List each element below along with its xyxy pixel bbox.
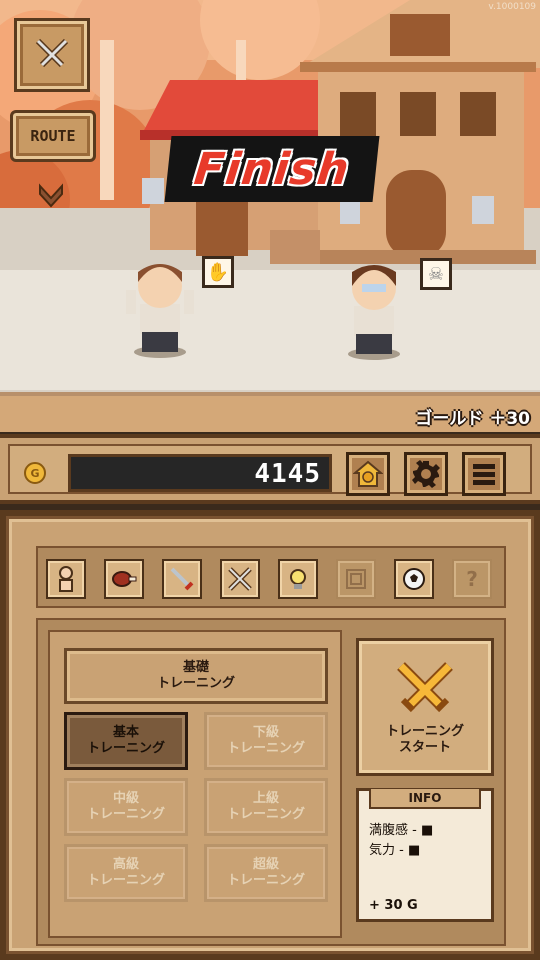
gold-reward-text: ゴールド ＋30 (415, 409, 530, 429)
upgrade-button[interactable] (346, 452, 390, 496)
basic-training-category-line2: トレーニング (156, 676, 235, 691)
ball-icon (403, 568, 425, 590)
menu-button[interactable] (462, 452, 506, 496)
tab-status[interactable] (46, 559, 86, 599)
training-option-mid-line2: トレーニング (86, 807, 165, 822)
training-option-low-line2: トレーニング (226, 741, 305, 756)
crossed-swords-icon (228, 567, 252, 591)
training-option-high-line1: 高級 (112, 856, 139, 872)
training-option-upper[interactable]: 上級 トレーニング (204, 778, 328, 836)
training-option-upper-line2: トレーニング (226, 807, 305, 822)
training-list: 基礎 トレーニング 基本 トレーニング 下級 トレーニング 中級 トレーニング … (48, 630, 342, 938)
gold-display: 4145 (68, 454, 332, 492)
tab-food[interactable] (104, 559, 144, 599)
gold-amount: 4145 (254, 459, 321, 489)
info-title: INFO (369, 789, 481, 809)
status-bar: G 4145 (0, 434, 540, 504)
tab-locked-unknown[interactable]: ? (452, 559, 492, 599)
training-option-low-line1: 下級 (252, 724, 279, 740)
training-option-super[interactable]: 超級 トレーニング (204, 844, 328, 902)
finish-banner: Finish (164, 136, 380, 202)
emote-bubble-right: ☠ (420, 258, 452, 290)
training-option-basic[interactable]: 基本 トレーニング (64, 712, 188, 770)
info-box: INFO 満腹感 - ■ 気力 - ■ + 30 G (356, 788, 494, 922)
training-option-super-line1: 超級 (252, 856, 279, 872)
finish-text: Finish (191, 143, 353, 195)
game-scene: v.1000109 ROUTE Finish ✋ ☠ ゴールド ＋30 (0, 0, 540, 432)
tab-locked-scroll[interactable] (336, 559, 376, 599)
crossed-swords-icon (35, 38, 69, 68)
emote-bubble-left: ✋ (202, 256, 234, 288)
training-option-super-line2: トレーニング (226, 873, 305, 888)
training-content: 基礎 トレーニング 基本 トレーニング 下級 トレーニング 中級 トレーニング … (36, 618, 506, 946)
training-option-upper-line1: 上級 (252, 790, 279, 806)
training-panel: ? 基礎 トレーニング 基本 トレーニング 下級 トレーニング 中級 トレーニン… (0, 510, 540, 960)
menu-icon (473, 464, 495, 485)
chevron-down-icon[interactable] (36, 182, 66, 210)
version-label: v.1000109 (488, 2, 536, 12)
question-icon: ? (466, 567, 478, 591)
training-start-label: トレーニング スタート (386, 724, 464, 757)
route-button[interactable]: ROUTE (10, 110, 96, 162)
training-start-button[interactable]: トレーニング スタート (356, 638, 494, 776)
hand-icon: ✋ (206, 261, 230, 283)
crossed-swords-icon (397, 661, 453, 712)
training-option-low[interactable]: 下級 トレーニング (204, 712, 328, 770)
meat-icon (112, 571, 137, 587)
training-option-mid[interactable]: 中級 トレーニング (64, 778, 188, 836)
tab-skill[interactable] (278, 559, 318, 599)
tab-training[interactable] (220, 559, 260, 599)
tab-weapon[interactable] (162, 559, 202, 599)
basic-training-category-line1: 基礎 (182, 659, 209, 675)
settings-button[interactable] (404, 452, 448, 496)
scroll-icon (346, 569, 366, 589)
training-option-high[interactable]: 高級 トレーニング (64, 844, 188, 902)
info-gold-reward: + 30 G (369, 898, 418, 913)
training-option-mid-line1: 中級 (112, 790, 139, 806)
sword-icon (170, 567, 194, 591)
training-option-basic-line2: トレーニング (86, 741, 165, 756)
training-option-high-line2: トレーニング (86, 873, 165, 888)
category-tabs: ? (36, 546, 506, 608)
training-start-line2: スタート (398, 740, 451, 755)
info-energy: 気力 - ■ (369, 843, 421, 858)
info-satiety: 満腹感 - ■ (369, 823, 434, 838)
gear-icon (412, 460, 440, 488)
basic-training-category[interactable]: 基礎 トレーニング (64, 648, 328, 704)
gold-coin-icon: G (24, 462, 46, 484)
route-label: ROUTE (30, 127, 76, 145)
house-coin-icon (353, 460, 383, 487)
tab-ball[interactable] (394, 559, 434, 599)
skull-icon: ☠ (427, 263, 445, 285)
person-icon (59, 566, 73, 592)
training-start-line1: トレーニング (385, 723, 464, 739)
training-option-basic-line1: 基本 (112, 724, 139, 740)
battle-button[interactable] (14, 18, 90, 92)
bulb-icon (290, 569, 306, 589)
